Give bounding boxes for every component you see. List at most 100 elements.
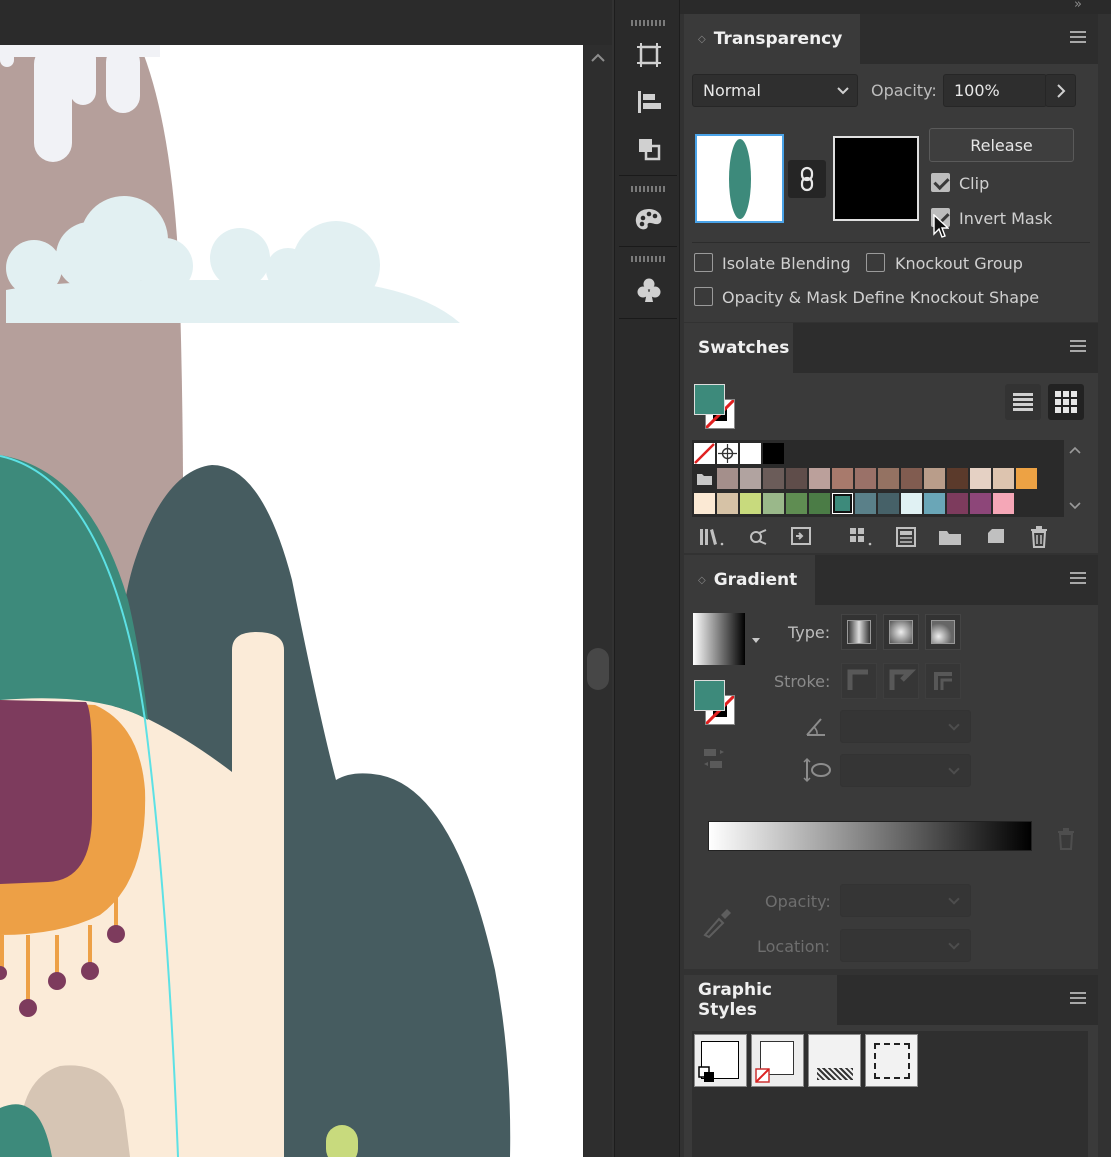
color-swatch[interactable] [809, 493, 830, 514]
scrollbar-thumb[interactable] [587, 648, 609, 690]
eyedropper-icon[interactable] [701, 905, 733, 939]
align-icon[interactable] [632, 85, 666, 119]
color-swatch[interactable] [878, 493, 899, 514]
color-swatch[interactable] [832, 493, 853, 514]
radial-gradient-button[interactable] [883, 614, 919, 650]
color-swatch[interactable] [947, 493, 968, 514]
delete-stop-trash-icon[interactable] [1056, 828, 1076, 850]
link-mask-button[interactable] [788, 160, 826, 198]
artwork-thumbnail[interactable] [695, 134, 784, 223]
panel-menu-icon[interactable] [1070, 572, 1086, 586]
color-swatch[interactable] [901, 468, 922, 489]
angle-dropdown[interactable] [840, 710, 971, 743]
none-swatch[interactable] [694, 443, 715, 464]
color-swatch[interactable] [901, 493, 922, 514]
panel-menu-icon[interactable] [1070, 31, 1086, 45]
freeform-gradient-button[interactable] [925, 614, 961, 650]
tab-transparency[interactable]: ◇ Transparency [684, 14, 861, 64]
color-swatch[interactable] [947, 468, 968, 489]
white-swatch[interactable] [740, 443, 761, 464]
color-palette-icon[interactable] [632, 203, 666, 237]
grip-handle[interactable] [631, 20, 665, 26]
color-swatch[interactable] [855, 468, 876, 489]
fill-swatch[interactable] [694, 384, 725, 415]
color-swatch[interactable] [993, 493, 1014, 514]
artboard[interactable] [0, 45, 583, 1157]
scroll-up-arrow-icon[interactable] [590, 50, 606, 66]
panel-menu-icon[interactable] [1070, 340, 1086, 354]
gradient-fill-swatch[interactable] [694, 680, 725, 711]
stroke-within-button[interactable] [841, 663, 877, 699]
location-dropdown[interactable] [840, 929, 971, 962]
stop-opacity-dropdown[interactable] [840, 884, 971, 917]
clip-checkbox[interactable] [931, 173, 950, 192]
symbols-club-icon[interactable] [632, 273, 666, 307]
panel-options-toggle-icon[interactable]: ◇ [698, 575, 706, 586]
new-color-group-icon[interactable] [848, 526, 876, 548]
list-view-button[interactable] [1005, 384, 1041, 420]
mask-thumbnail[interactable] [833, 136, 919, 221]
color-swatch[interactable] [970, 468, 991, 489]
textured-graphic-style[interactable] [808, 1034, 861, 1087]
color-group-folder-icon[interactable] [694, 468, 715, 489]
color-swatch[interactable] [855, 493, 876, 514]
blend-mode-dropdown[interactable]: Normal [692, 74, 858, 107]
dashed-graphic-style[interactable] [865, 1034, 918, 1087]
stroke-along-button[interactable] [883, 663, 919, 699]
color-swatch[interactable] [786, 468, 807, 489]
show-swatch-kinds-icon[interactable] [747, 527, 769, 547]
panel-options-toggle-icon[interactable]: ◇ [698, 34, 706, 45]
swatch-scroll-down-icon[interactable] [1068, 500, 1082, 512]
color-swatch[interactable] [786, 493, 807, 514]
color-swatch[interactable] [1016, 468, 1037, 489]
color-swatch[interactable] [694, 493, 715, 514]
color-swatch[interactable] [970, 493, 991, 514]
swatch-options-icon[interactable] [790, 526, 814, 548]
opacity-input[interactable]: 100% [943, 74, 1047, 107]
registration-swatch[interactable] [717, 443, 738, 464]
pathfinder-icon[interactable] [632, 132, 666, 166]
stroke-across-button[interactable] [925, 663, 961, 699]
panel-menu-icon[interactable] [1070, 992, 1086, 1006]
opacity-mask-knockout-checkbox[interactable] [694, 287, 713, 306]
swatch-scroll-up-icon[interactable] [1068, 444, 1082, 456]
new-swatch-icon[interactable] [986, 527, 1006, 547]
color-swatch[interactable] [924, 493, 945, 514]
tab-gradient[interactable]: ◇ Gradient [684, 555, 816, 605]
gradient-slider[interactable] [708, 821, 1032, 851]
color-swatch[interactable] [878, 468, 899, 489]
vertical-scrollbar[interactable] [584, 45, 612, 1157]
basic-graphic-style[interactable] [751, 1034, 804, 1087]
new-folder-icon[interactable] [938, 527, 962, 547]
artboards-icon[interactable] [632, 38, 666, 72]
aspect-ratio-dropdown[interactable] [840, 754, 971, 787]
color-swatch[interactable] [763, 493, 784, 514]
black-swatch[interactable] [763, 443, 784, 464]
gradient-thumbnail[interactable] [693, 613, 745, 665]
gradient-presets-arrow-icon[interactable] [751, 637, 761, 645]
color-swatch[interactable] [717, 493, 738, 514]
dock-collapse-bar[interactable]: « » [614, 0, 1111, 14]
color-swatch[interactable] [993, 468, 1014, 489]
edit-color-group-icon[interactable] [895, 526, 917, 548]
reverse-gradient-icon[interactable] [702, 747, 728, 773]
color-swatch[interactable] [763, 468, 784, 489]
color-swatch[interactable] [740, 493, 761, 514]
color-swatch[interactable] [717, 468, 738, 489]
artwork-illustration[interactable] [0, 45, 583, 1157]
knockout-group-checkbox[interactable] [866, 253, 885, 272]
delete-swatch-trash-icon[interactable] [1029, 526, 1049, 548]
color-swatch[interactable] [832, 468, 853, 489]
color-swatch[interactable] [740, 468, 761, 489]
color-swatch[interactable] [924, 468, 945, 489]
grip-handle[interactable] [631, 186, 665, 192]
tab-swatches[interactable]: Swatches [684, 323, 793, 373]
isolate-blending-checkbox[interactable] [694, 253, 713, 272]
linear-gradient-button[interactable] [841, 614, 877, 650]
swatch-libraries-icon[interactable] [698, 527, 726, 547]
collapse-right-icon[interactable]: » [1074, 0, 1082, 12]
grip-handle[interactable] [631, 256, 665, 262]
tab-graphic-styles[interactable]: Graphic Styles [684, 975, 837, 1025]
color-swatch[interactable] [809, 468, 830, 489]
release-button[interactable]: Release [929, 128, 1074, 162]
